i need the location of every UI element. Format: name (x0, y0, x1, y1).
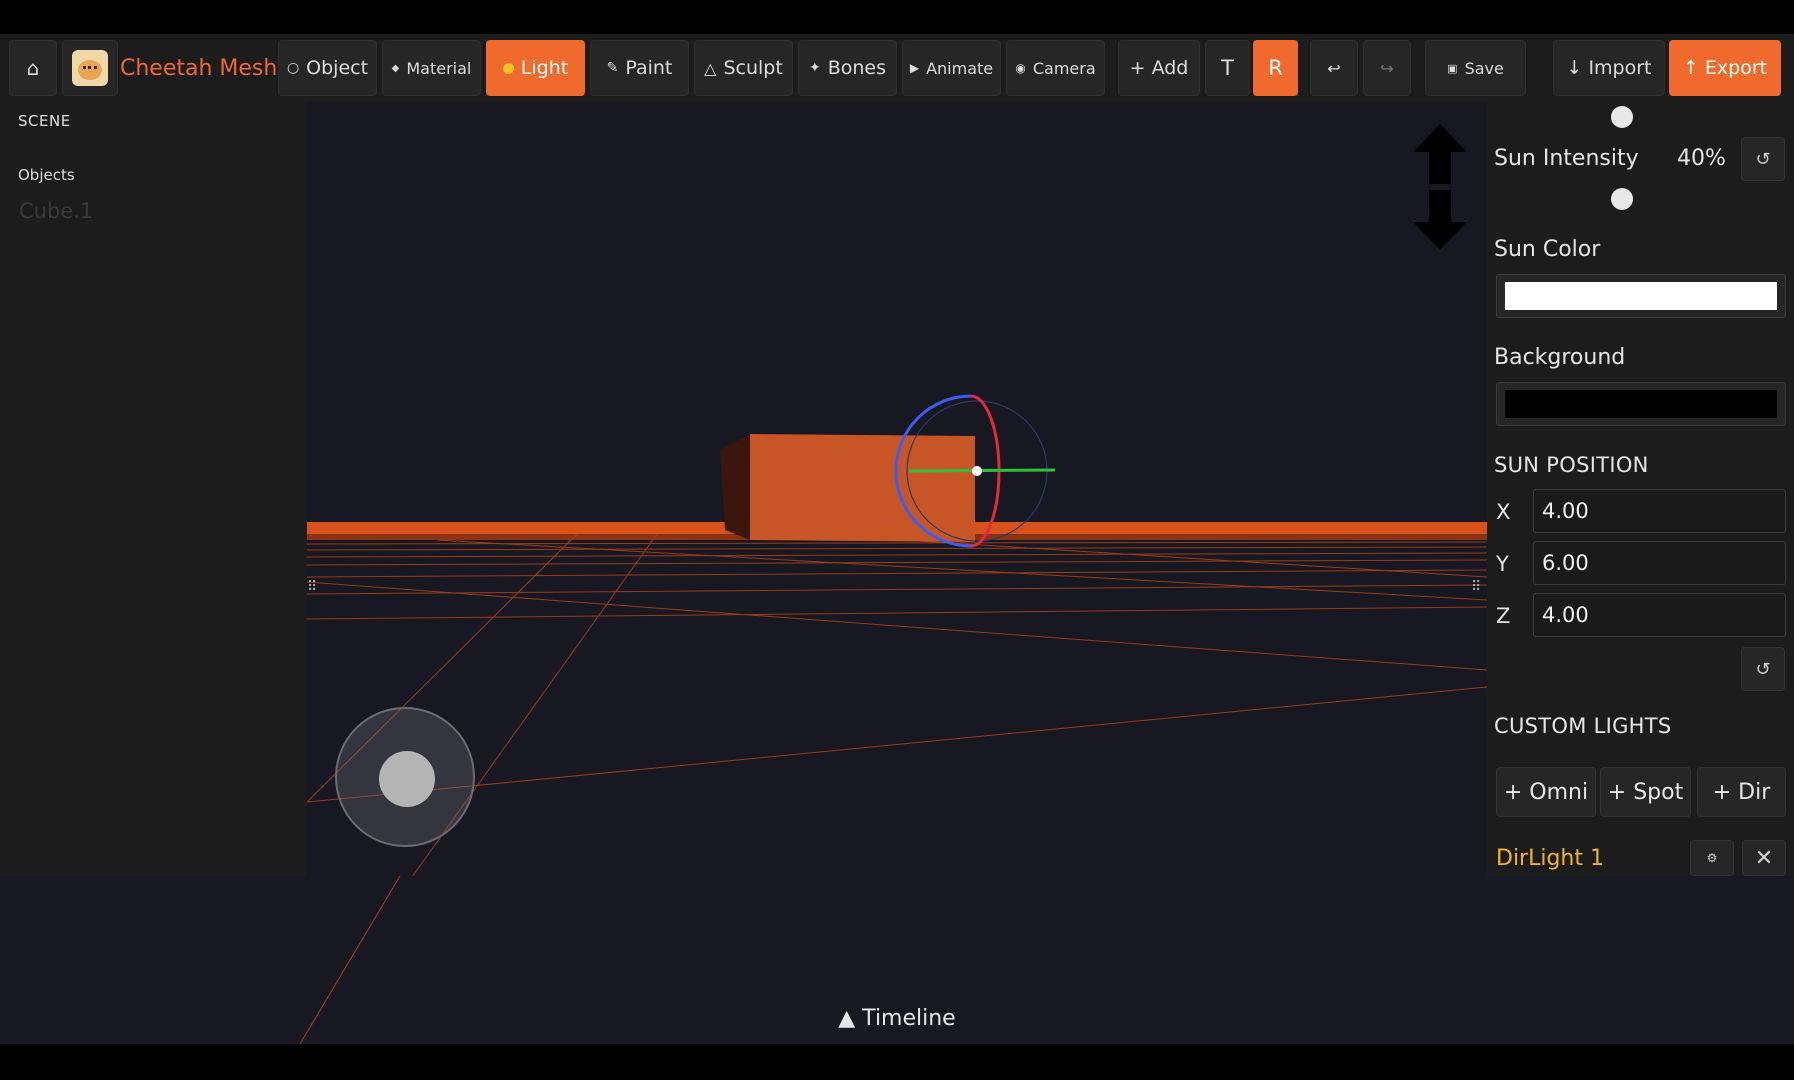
r-button[interactable]: R (1253, 40, 1298, 96)
mode-light-button[interactable]: Light (486, 40, 585, 96)
mode-object-button[interactable]: ○ Object (278, 40, 377, 96)
mode-sculpt-label: Sculpt (723, 57, 783, 79)
mode-sculpt-button[interactable]: △ Sculpt (694, 40, 793, 96)
add-omni-light-button[interactable]: + Omni (1496, 767, 1596, 817)
mode-animate-button[interactable]: ▶ Animate (902, 40, 1001, 96)
mode-camera-label: Camera (1032, 58, 1096, 78)
add-spot-light-button[interactable]: + Spot (1600, 767, 1691, 817)
redo-icon: ↪ (1380, 58, 1394, 78)
objects-label: Objects (18, 166, 75, 184)
close-icon: ✕ (1754, 845, 1774, 871)
sun-y-label: Y (1496, 552, 1509, 576)
add-dir-light-button[interactable]: + Dir (1697, 767, 1786, 817)
sun-color-picker[interactable] (1496, 274, 1786, 318)
mode-bones-button[interactable]: ✦ Bones (798, 40, 897, 96)
add-button[interactable]: + Add (1118, 40, 1200, 96)
gear-icon: ⚙ (1706, 851, 1718, 865)
export-button[interactable]: ↑ Export (1669, 40, 1781, 96)
camera-joystick[interactable] (335, 707, 475, 847)
sun-position-reset-button[interactable]: ↺ (1741, 647, 1785, 691)
sun-intensity-value: 40% (1677, 146, 1726, 171)
background-label: Background (1494, 345, 1626, 370)
mode-buttons: ○ Object ◆ Material Light ✎ Paint △ Scul… (0, 34, 1794, 102)
sun-color-swatch (1505, 282, 1777, 310)
mode-animate-label: Animate (926, 58, 994, 78)
triangle-icon: △ (704, 58, 717, 78)
mode-paint-label: Paint (625, 57, 673, 79)
background-color-swatch (1505, 390, 1777, 418)
sun-intensity-reset-button[interactable]: ↺ (1741, 137, 1785, 181)
reset-icon: ↺ (1755, 658, 1771, 680)
sun-intensity-slider-handle[interactable] (1611, 188, 1633, 210)
mode-material-button[interactable]: ◆ Material (382, 40, 481, 96)
play-icon: ▶ (909, 61, 920, 75)
t-button[interactable]: T (1205, 40, 1250, 96)
circle-outline-icon: ○ (286, 60, 300, 76)
sun-intensity-label: Sun Intensity (1494, 146, 1639, 171)
undo-icon: ↩ (1327, 58, 1341, 78)
light-properties-panel: Sun Intensity 40% ↺ Sun Color Background… (1487, 102, 1794, 876)
sun-z-label: Z (1496, 604, 1511, 628)
save-icon: ▣ (1447, 61, 1458, 75)
ground-grid (307, 394, 1487, 876)
record-icon: ◉ (1015, 61, 1026, 75)
mode-paint-button[interactable]: ✎ Paint (590, 40, 689, 96)
sun-y-input[interactable] (1533, 541, 1786, 585)
3d-viewport[interactable]: ⠿ ⠿ (307, 102, 1487, 876)
mode-light-label: Light (520, 57, 569, 79)
brush-icon: ✎ (606, 60, 619, 76)
reset-icon: ↺ (1755, 148, 1771, 170)
star-icon: ✦ (808, 60, 821, 76)
diamond-icon: ◆ (391, 62, 400, 74)
timeline-toggle[interactable]: ▲ Timeline (0, 1006, 1794, 1031)
sun-color-label: Sun Color (1494, 237, 1601, 262)
arrow-down-icon[interactable] (1413, 190, 1467, 250)
import-button[interactable]: ↓ Import (1553, 40, 1665, 96)
undo-button[interactable]: ↩ (1310, 40, 1358, 96)
slider-handle-top[interactable] (1611, 106, 1633, 128)
sun-x-label: X (1496, 500, 1511, 524)
mode-camera-button[interactable]: ◉ Camera (1006, 40, 1105, 96)
scene-header: SCENE (18, 112, 71, 130)
sun-x-input[interactable] (1533, 489, 1786, 533)
scene-panel: SCENE Objects Cube.1 (0, 102, 307, 876)
bulb-icon (502, 62, 514, 74)
footer-bar (0, 1044, 1794, 1080)
custom-lights-header: CUSTOM LIGHTS (1494, 714, 1672, 738)
save-label: Save (1464, 58, 1504, 78)
mode-material-label: Material (406, 58, 472, 78)
left-resize-handle[interactable]: ⠿ (307, 580, 319, 602)
light-settings-button[interactable]: ⚙ (1690, 840, 1734, 876)
save-button[interactable]: ▣ Save (1425, 40, 1526, 96)
delete-light-button[interactable]: ✕ (1742, 840, 1786, 876)
background-color-picker[interactable] (1496, 382, 1786, 426)
sun-position-header: SUN POSITION (1494, 453, 1649, 477)
object-list-item[interactable]: Cube.1 (19, 199, 93, 223)
arrow-up-icon[interactable] (1413, 124, 1467, 184)
custom-light-name[interactable]: DirLight 1 (1496, 846, 1604, 871)
right-resize-handle[interactable]: ⠿ (1471, 580, 1483, 602)
mode-object-label: Object (306, 57, 369, 79)
redo-button[interactable]: ↪ (1363, 40, 1411, 96)
mode-bones-label: Bones (827, 57, 887, 79)
joystick-knob[interactable] (379, 751, 435, 807)
sun-z-input[interactable] (1533, 593, 1786, 637)
